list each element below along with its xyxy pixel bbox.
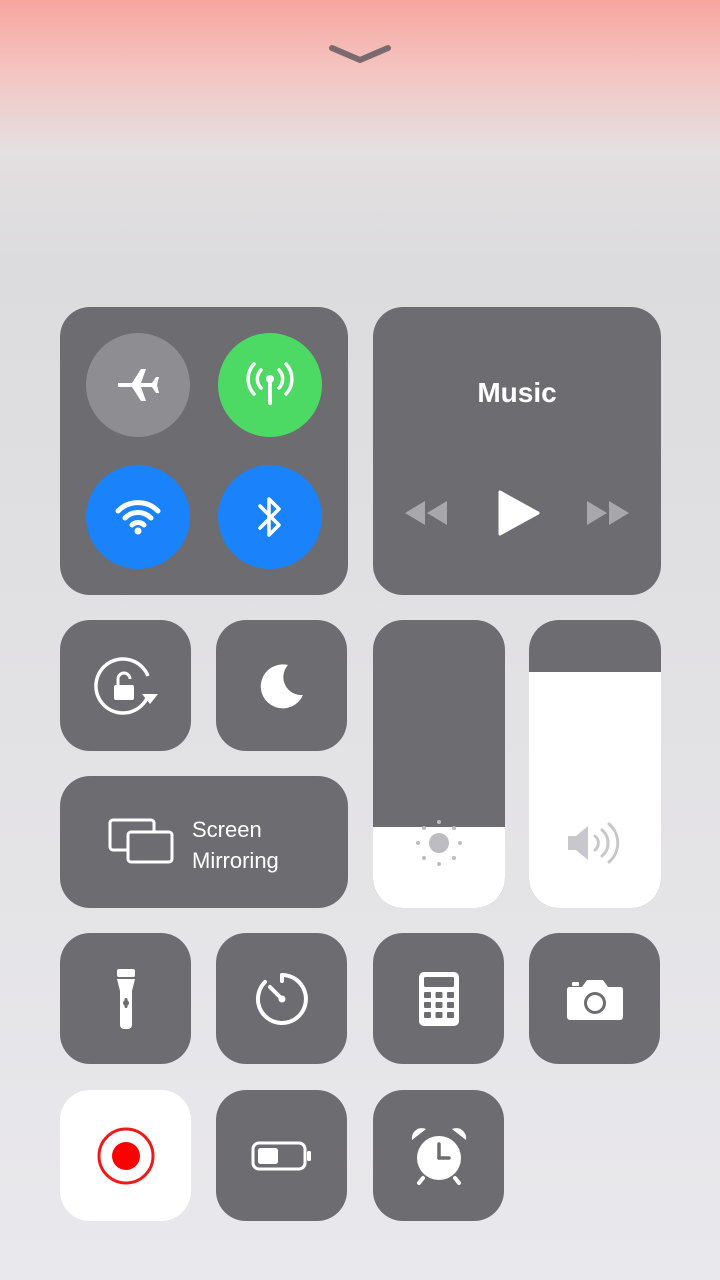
camera-icon xyxy=(566,979,623,1020)
music-title: Music xyxy=(477,377,557,408)
music-module[interactable]: Music xyxy=(373,307,661,595)
timer-icon xyxy=(255,972,308,1025)
do-not-disturb-button[interactable] xyxy=(216,620,347,751)
antenna-icon xyxy=(246,362,294,405)
alarm-button[interactable] xyxy=(373,1090,504,1221)
screen-mirroring-line2: Mirroring xyxy=(192,848,279,873)
wifi-icon xyxy=(115,500,161,535)
battery-icon xyxy=(251,1141,311,1170)
calculator-icon xyxy=(418,971,459,1026)
rotation-lock-button[interactable] xyxy=(60,620,191,751)
screen-mirroring-label: Screen Mirroring xyxy=(192,814,279,876)
airplane-icon xyxy=(118,369,159,401)
alarm-clock-icon xyxy=(411,1127,466,1185)
rewind-icon[interactable] xyxy=(403,499,449,527)
volume-slider[interactable] xyxy=(529,620,661,908)
chevron-down-icon[interactable] xyxy=(326,40,394,68)
calculator-button[interactable] xyxy=(373,933,504,1064)
fast-forward-icon[interactable] xyxy=(585,499,631,527)
record-icon xyxy=(97,1127,154,1184)
rotation-lock-icon xyxy=(93,656,158,715)
brightness-slider[interactable] xyxy=(373,620,505,908)
volume-level-fill xyxy=(529,671,661,908)
sun-icon xyxy=(416,820,462,866)
flashlight-icon xyxy=(116,968,135,1029)
camera-button[interactable] xyxy=(529,933,660,1064)
airplane-mode-button[interactable] xyxy=(86,333,190,437)
screen-mirroring-icon xyxy=(108,818,174,864)
speaker-icon xyxy=(568,822,620,864)
flashlight-button[interactable] xyxy=(60,933,191,1064)
timer-button[interactable] xyxy=(216,933,347,1064)
moon-icon xyxy=(260,663,303,708)
bluetooth-icon xyxy=(258,497,281,537)
low-power-mode-button[interactable] xyxy=(216,1090,347,1221)
play-icon[interactable] xyxy=(497,489,541,537)
connectivity-module xyxy=(60,307,348,595)
wifi-button[interactable] xyxy=(86,465,190,569)
bluetooth-button[interactable] xyxy=(218,465,322,569)
screen-mirroring-line1: Screen xyxy=(192,817,262,842)
screen-recording-button[interactable] xyxy=(60,1090,191,1221)
screen-mirroring-button[interactable]: Screen Mirroring xyxy=(60,776,348,908)
cellular-data-button[interactable] xyxy=(218,333,322,437)
